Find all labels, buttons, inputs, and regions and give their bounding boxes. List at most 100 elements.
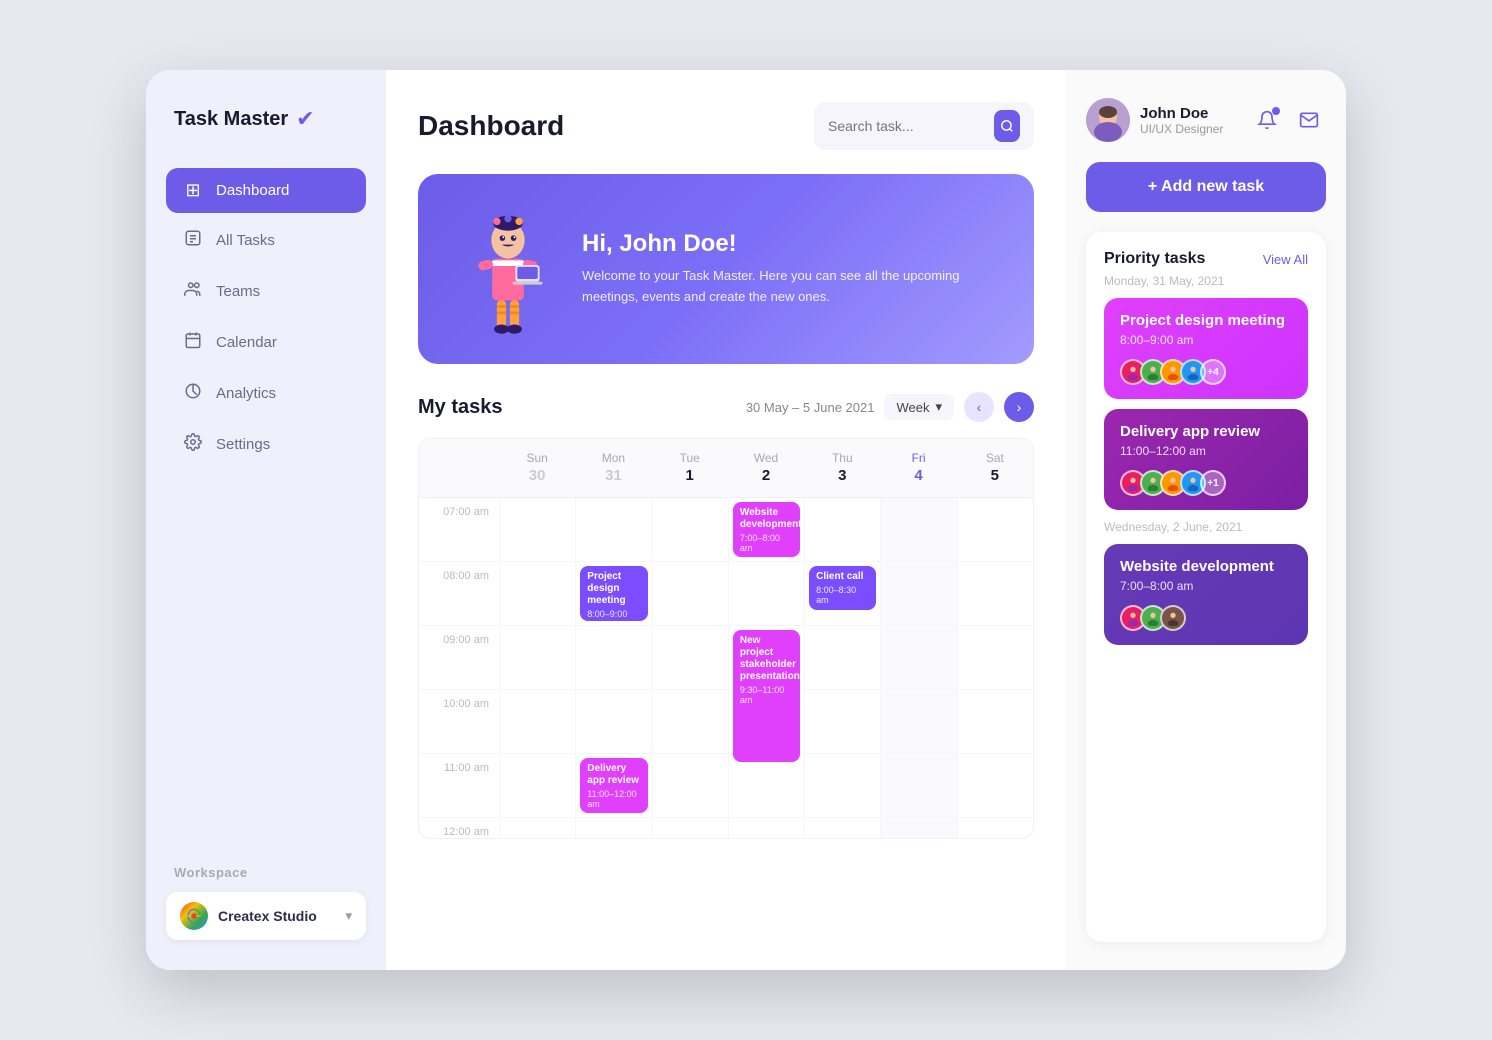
notifications-button[interactable] <box>1250 103 1284 137</box>
avatar-count: +1 <box>1200 470 1226 496</box>
right-panel: John Doe UI/UX Designer + Add new task P… <box>1066 70 1346 970</box>
priority-card-2-avatars: +1 <box>1120 470 1292 496</box>
task-client-call[interactable]: Client call 8:00–8:30 am <box>809 566 876 610</box>
prev-week-button[interactable]: ‹ <box>964 392 994 422</box>
day-col-mon: Project design meeting 8:00–9:00 am Deli… <box>575 498 651 838</box>
day-header-wed: Wed 2 <box>728 439 804 497</box>
calendar-header: Sun 30 Mon 31 Tue 1 Wed 2 Thu 3 <box>419 439 1033 498</box>
time-slot-8am: 08:00 am <box>419 562 499 626</box>
week-label: Week <box>896 400 929 415</box>
day-header-sat: Sat 5 <box>957 439 1033 497</box>
user-details: John Doe UI/UX Designer <box>1140 105 1223 136</box>
analytics-icon <box>182 382 204 405</box>
week-selector[interactable]: Week ▾ <box>884 394 954 420</box>
time-slot-7am: 07:00 am <box>419 498 499 562</box>
task-stakeholder[interactable]: New project stakeholder presentation 9:3… <box>733 630 800 762</box>
sidebar-item-teams[interactable]: Teams <box>166 268 366 315</box>
day-header-thu: Thu 3 <box>804 439 880 497</box>
priority-title: Priority tasks <box>1104 250 1205 268</box>
sidebar-item-dashboard[interactable]: ⊞ Dashboard <box>166 168 366 213</box>
hero-description: Welcome to your Task Master. Here you ca… <box>582 266 994 308</box>
day-header-sun: Sun 30 <box>499 439 575 497</box>
logo-checkmark-icon: ✔ <box>296 106 314 132</box>
sidebar-item-all-tasks-label: All Tasks <box>216 232 275 249</box>
day-col-sun <box>499 498 575 838</box>
workspace-label: Workspace <box>166 865 366 880</box>
tasks-icon <box>182 229 204 252</box>
priority-card-2-time: 11:00–12:00 am <box>1120 444 1292 458</box>
time-slot-12am: 12:00 am <box>419 818 499 838</box>
task-project-design[interactable]: Project design meeting 8:00–9:00 am <box>580 566 647 621</box>
time-slot-10am: 10:00 am <box>419 690 499 754</box>
tasks-controls: 30 May – 5 June 2021 Week ▾ ‹ › <box>746 392 1034 422</box>
sidebar-logo: Task Master ✔ <box>166 106 366 132</box>
time-slot-9am: 09:00 am <box>419 626 499 690</box>
hero-greeting: Hi, John Doe! <box>582 230 994 258</box>
task-delivery-review[interactable]: Delivery app review 11:00–12:00 am <box>580 758 647 813</box>
tasks-title: My tasks <box>418 396 503 419</box>
priority-card-2-title: Delivery app review <box>1120 423 1292 440</box>
day-header-fri: Fri 4 <box>880 439 956 497</box>
task-website-dev[interactable]: Website development 7:00–8:00 am <box>733 502 800 557</box>
day-header-tue: Tue 1 <box>652 439 728 497</box>
priority-header: Priority tasks View All <box>1104 250 1308 268</box>
dashboard-icon: ⊞ <box>182 180 204 201</box>
search-input[interactable] <box>828 118 986 134</box>
header-icons <box>1250 103 1326 137</box>
day-header-mon: Mon 31 <box>575 439 651 497</box>
sidebar-item-settings[interactable]: Settings <box>166 421 366 468</box>
sidebar-item-teams-label: Teams <box>216 283 260 300</box>
day-col-tue <box>652 498 728 838</box>
add-task-button[interactable]: + Add new task <box>1086 162 1326 212</box>
priority-date-2: Wednesday, 2 June, 2021 <box>1104 520 1308 534</box>
user-info: John Doe UI/UX Designer <box>1086 98 1223 142</box>
messages-button[interactable] <box>1292 103 1326 137</box>
priority-date-1: Monday, 31 May, 2021 <box>1104 274 1308 288</box>
priority-card-1[interactable]: Project design meeting 8:00–9:00 am <box>1104 298 1308 399</box>
time-column: 07:00 am 08:00 am 09:00 am 10:00 am 11:0… <box>419 498 499 838</box>
sidebar-item-all-tasks[interactable]: All Tasks <box>166 217 366 264</box>
sidebar-item-calendar-label: Calendar <box>216 334 277 351</box>
workspace-name: Createx Studio <box>218 908 335 924</box>
main-header: Dashboard <box>418 102 1034 150</box>
day-col-fri <box>880 498 956 838</box>
sidebar: Task Master ✔ ⊞ Dashboard All Tasks Team… <box>146 70 386 970</box>
app-container: Task Master ✔ ⊞ Dashboard All Tasks Team… <box>146 70 1346 970</box>
sidebar-item-dashboard-label: Dashboard <box>216 182 289 199</box>
app-name: Task Master <box>174 108 288 131</box>
date-range: 30 May – 5 June 2021 <box>746 400 875 415</box>
priority-card-3[interactable]: Website development 7:00–8:00 am <box>1104 544 1308 645</box>
calendar-grid: Sun 30 Mon 31 Tue 1 Wed 2 Thu 3 <box>418 438 1034 839</box>
sidebar-item-settings-label: Settings <box>216 436 270 453</box>
priority-card-2[interactable]: Delivery app review 11:00–12:00 am <box>1104 409 1308 510</box>
workspace-logo-icon <box>180 902 208 930</box>
user-header: John Doe UI/UX Designer <box>1086 98 1326 142</box>
avatar-count: +4 <box>1200 359 1226 385</box>
user-name: John Doe <box>1140 105 1223 122</box>
sidebar-item-calendar[interactable]: Calendar <box>166 319 366 366</box>
teams-icon <box>182 280 204 303</box>
priority-card-3-time: 7:00–8:00 am <box>1120 579 1292 593</box>
priority-card-1-time: 8:00–9:00 am <box>1120 333 1292 347</box>
sidebar-item-analytics-label: Analytics <box>216 385 276 402</box>
user-role: UI/UX Designer <box>1140 122 1223 136</box>
chevron-week-icon: ▾ <box>935 399 942 415</box>
sidebar-item-analytics[interactable]: Analytics <box>166 370 366 417</box>
page-title: Dashboard <box>418 110 564 142</box>
chevron-down-icon: ▾ <box>345 908 352 924</box>
workspace-selector[interactable]: Createx Studio ▾ <box>166 892 366 940</box>
hero-text: Hi, John Doe! Welcome to your Task Maste… <box>582 230 994 308</box>
priority-card-1-avatars: +4 <box>1120 359 1292 385</box>
priority-card-1-title: Project design meeting <box>1120 312 1292 329</box>
priority-card-3-avatars <box>1120 605 1292 631</box>
time-slot-11am: 11:00 am <box>419 754 499 818</box>
day-col-sat <box>957 498 1033 838</box>
next-week-button[interactable]: › <box>1004 392 1034 422</box>
tasks-header: My tasks 30 May – 5 June 2021 Week ▾ ‹ › <box>418 392 1034 422</box>
search-button[interactable] <box>994 110 1020 142</box>
calendar-body: 07:00 am 08:00 am 09:00 am 10:00 am 11:0… <box>419 498 1033 838</box>
priority-section: Priority tasks View All Monday, 31 May, … <box>1086 232 1326 942</box>
avatar <box>1086 98 1130 142</box>
day-col-thu: Client call 8:00–8:30 am <box>804 498 880 838</box>
view-all-link[interactable]: View All <box>1263 252 1308 267</box>
